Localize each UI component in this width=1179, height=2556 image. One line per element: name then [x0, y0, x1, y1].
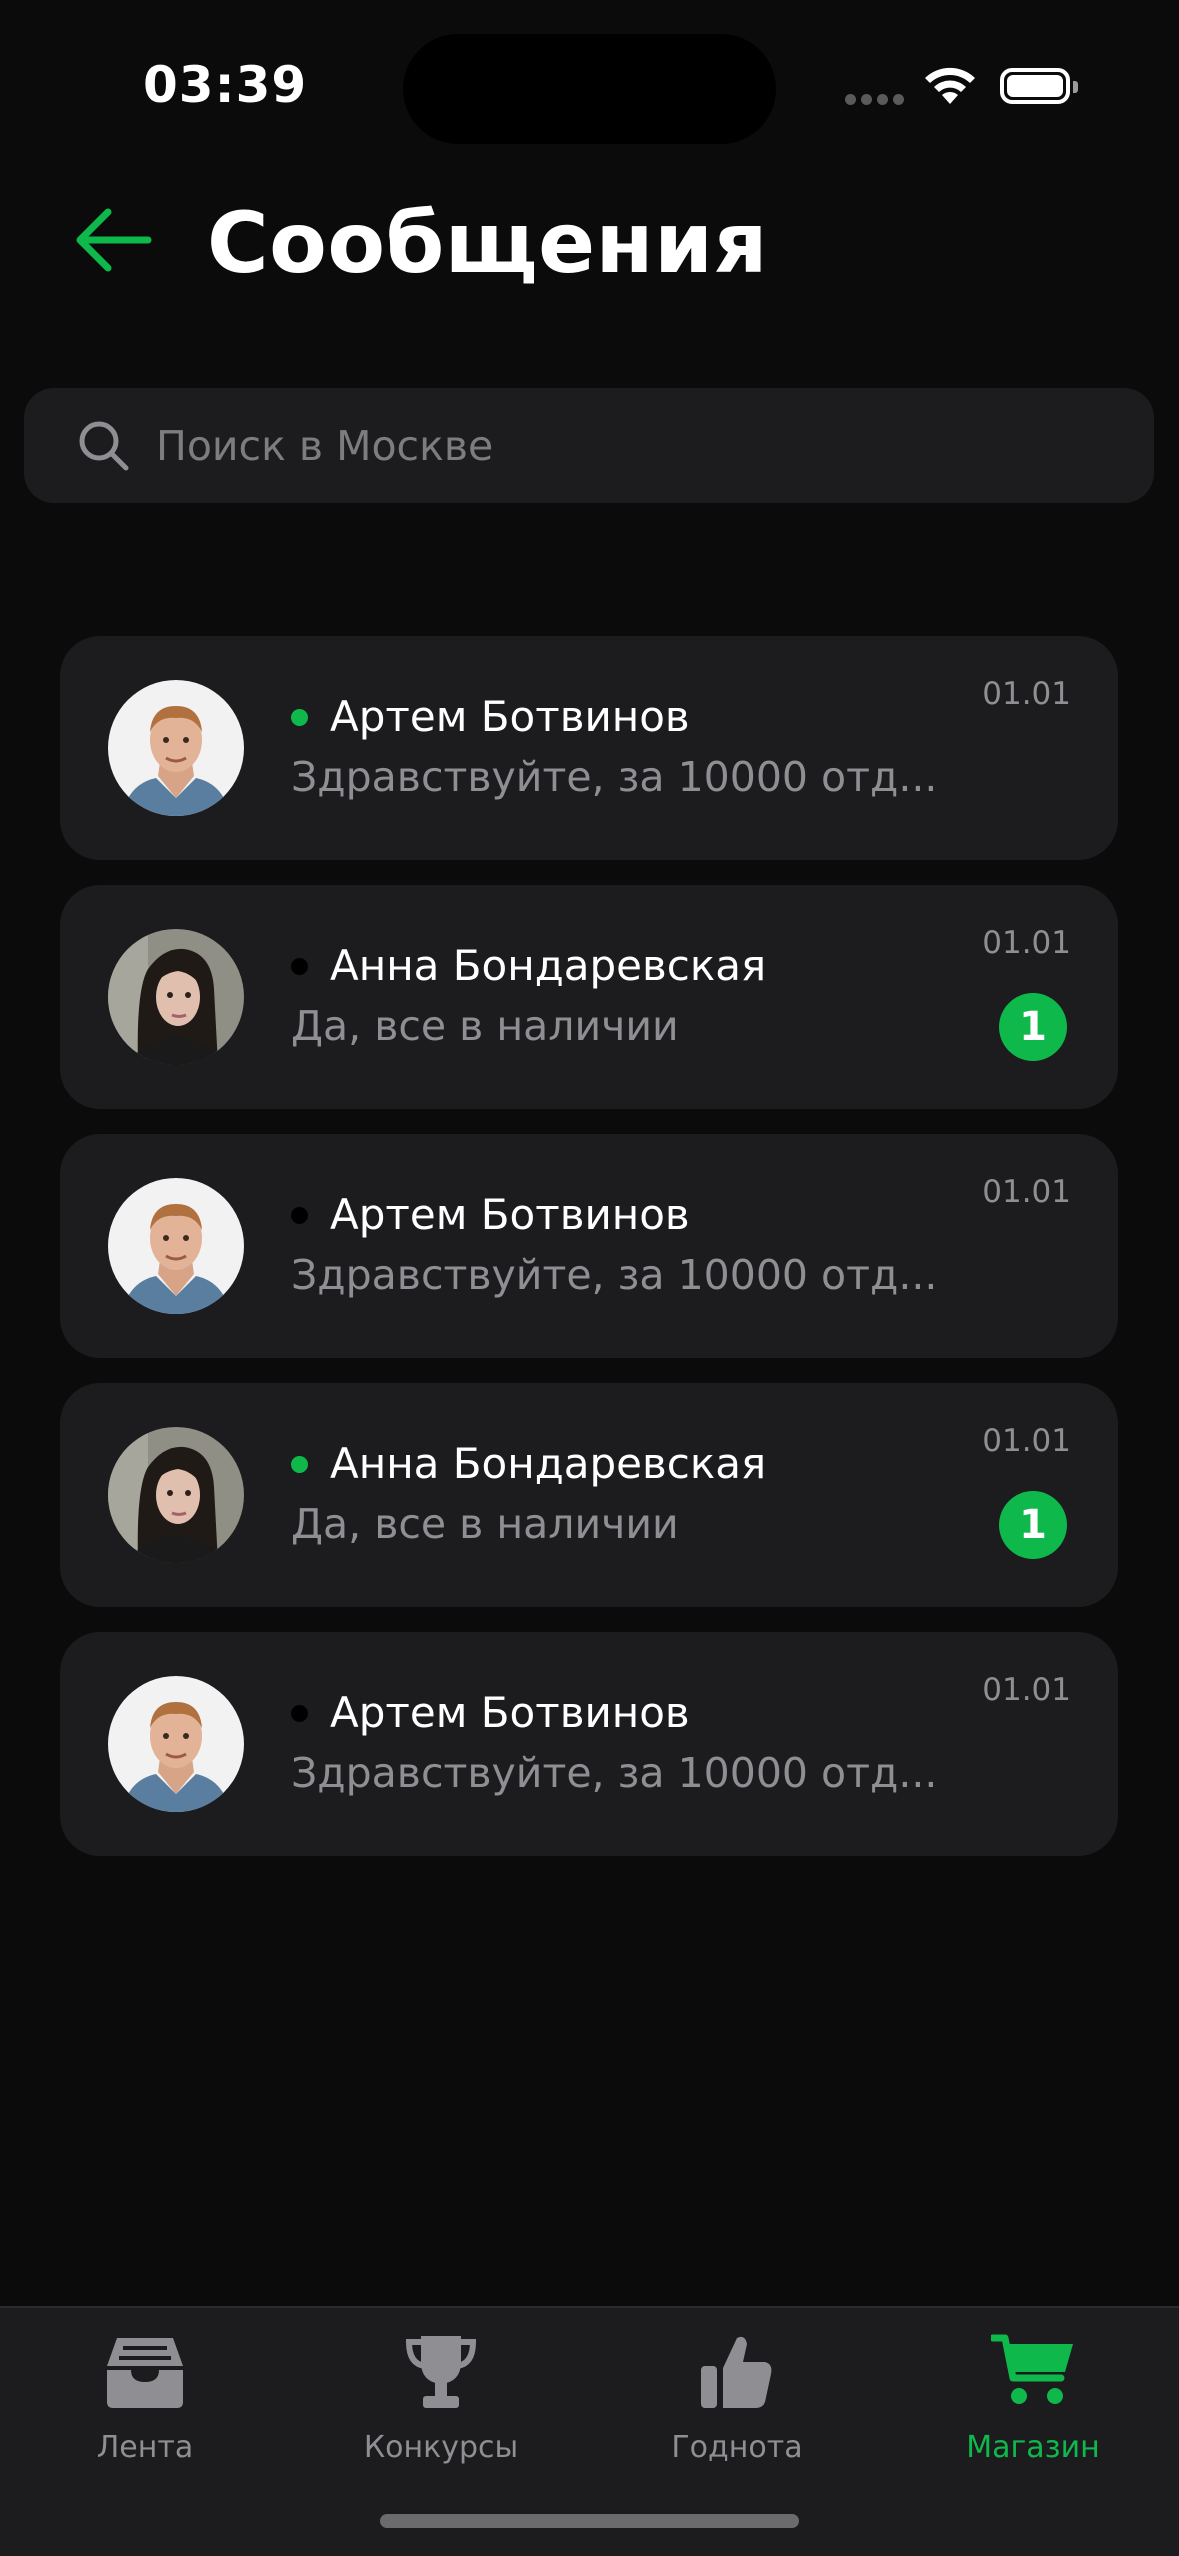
search-input[interactable]	[156, 388, 1116, 503]
contact-name: Анна Бондаревская	[330, 1439, 767, 1488]
avatar	[108, 680, 244, 816]
tab-label: Магазин	[966, 2430, 1100, 2465]
chat-list-item[interactable]: Анна Бондаревская Да, все в наличии 01.01 1	[60, 1383, 1118, 1607]
online-status-dot	[291, 1456, 308, 1473]
tab-shop[interactable]: Магазин	[903, 2308, 1163, 2508]
offline-status-dot	[291, 958, 308, 975]
battery-icon	[1000, 68, 1078, 104]
chat-list: Артем Ботвинов Здравствуйте, за 10000 отд…	[60, 636, 1118, 1881]
tab-good-stuff[interactable]: Годнота	[607, 2308, 867, 2508]
cellular-signal-icon	[845, 94, 905, 106]
status-bar: 03:39	[0, 0, 1179, 170]
chat-list-item[interactable]: Артем Ботвинов Здравствуйте, за 10000 отд…	[60, 1632, 1118, 1856]
unread-count-badge: 1	[999, 1491, 1067, 1559]
contact-name: Артем Ботвинов	[330, 1688, 690, 1737]
chat-list-item[interactable]: Артем Ботвинов Здравствуйте, за 10000 отд…	[60, 636, 1118, 860]
home-indicator	[380, 2514, 799, 2528]
cart-icon	[991, 2334, 1073, 2404]
thumbs-up-icon	[701, 2336, 772, 2408]
offline-status-dot	[291, 1207, 308, 1224]
chat-list-item[interactable]: Артем Ботвинов Здравствуйте, за 10000 отд…	[60, 1134, 1118, 1358]
unread-count-badge: 1	[999, 993, 1067, 1061]
avatar	[108, 1427, 244, 1563]
back-button[interactable]	[72, 200, 156, 280]
message-date: 01.01	[982, 1423, 1071, 1459]
tab-feed[interactable]: Лента	[15, 2308, 275, 2508]
tab-label: Годнота	[671, 2430, 803, 2465]
avatar	[108, 929, 244, 1065]
online-status-dot	[291, 709, 308, 726]
dynamic-island	[403, 34, 776, 144]
message-date: 01.01	[982, 676, 1071, 712]
page-title: Сообщения	[207, 194, 768, 292]
search-bar[interactable]	[24, 388, 1154, 503]
offline-status-dot	[291, 1705, 308, 1722]
message-preview: Да, все в наличии	[291, 1500, 679, 1548]
message-preview: Здравствуйте, за 10000 отд...	[291, 753, 938, 801]
message-date: 01.01	[982, 1174, 1071, 1210]
trophy-icon	[405, 2336, 477, 2408]
message-preview: Здравствуйте, за 10000 отд...	[291, 1749, 938, 1797]
avatar	[108, 1178, 244, 1314]
wifi-icon	[925, 67, 975, 104]
search-icon	[79, 421, 129, 471]
header: Сообщения	[0, 180, 1179, 300]
tab-label: Лента	[96, 2430, 194, 2465]
inbox-icon	[107, 2338, 183, 2408]
contact-name: Анна Бондаревская	[330, 941, 767, 990]
chat-list-item[interactable]: Анна Бондаревская Да, все в наличии 01.01 1	[60, 885, 1118, 1109]
status-time: 03:39	[143, 56, 308, 114]
message-preview: Здравствуйте, за 10000 отд...	[291, 1251, 938, 1299]
arrow-left-icon	[76, 208, 152, 272]
tab-contests[interactable]: Конкурсы	[311, 2308, 571, 2508]
tab-label: Конкурсы	[363, 2430, 519, 2465]
message-date: 01.01	[982, 925, 1071, 961]
contact-name: Артем Ботвинов	[330, 692, 690, 741]
contact-name: Артем Ботвинов	[330, 1190, 690, 1239]
message-date: 01.01	[982, 1672, 1071, 1708]
avatar	[108, 1676, 244, 1812]
message-preview: Да, все в наличии	[291, 1002, 679, 1050]
